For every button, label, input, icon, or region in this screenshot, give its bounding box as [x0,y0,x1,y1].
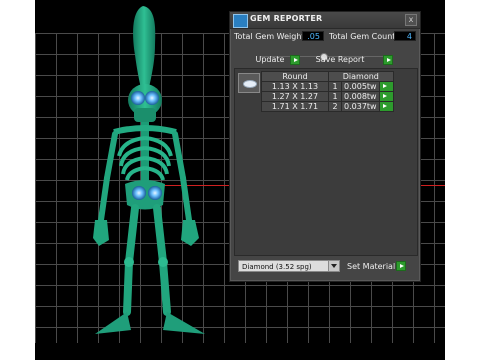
save-report-button[interactable]: Save Report [310,54,370,66]
chevron-down-icon[interactable] [328,261,339,271]
diamond-thumbnail-icon[interactable] [238,73,260,93]
row-go-icon[interactable] [378,81,394,92]
gem-weight: 0.037tw [341,101,380,112]
gem-weight: 0.008tw [341,91,380,102]
total-gem-count-value: 4 [394,31,416,41]
column-header-diamond: Diamond [328,71,394,82]
material-select-value: Diamond (3.52 spg) [242,263,312,271]
gem-table: Round Diamond 1.13 X 1.13 1 0.005tw 1.27… [261,71,394,112]
save-report-go-icon[interactable] [383,55,393,65]
set-material-go-icon[interactable] [396,261,406,271]
update-button[interactable]: Update [250,54,290,66]
close-icon[interactable]: x [405,14,417,26]
gem-count: 1 [328,81,342,92]
gem-count: 2 [328,101,342,112]
gem-reporter-icon [233,14,248,28]
total-gem-count-label: Total Gem Count [329,32,396,41]
total-gem-weight-value: .05 [302,31,324,41]
total-gem-weight-label: Total Gem Weight [234,32,305,41]
gem-size: 1.13 X 1.13 [261,81,329,92]
panel-title: GEM REPORTER [250,14,323,23]
update-go-icon[interactable] [290,55,300,65]
set-material-button[interactable]: Set Material [347,262,395,271]
gem-list: Round Diamond 1.13 X 1.13 1 0.005tw 1.27… [234,68,418,256]
material-select[interactable]: Diamond (3.52 spg) [238,260,340,272]
row-go-icon[interactable] [378,101,394,112]
gem-weight: 0.005tw [341,81,380,92]
row-go-icon[interactable] [378,91,394,102]
gem-size: 1.27 X 1.27 [261,91,329,102]
column-header-round: Round [261,71,329,82]
gem-reporter-panel: GEM REPORTER x Total Gem Weight .05 Tota… [229,11,421,282]
table-row: 1.71 X 1.71 2 0.037tw [261,101,394,112]
gem-count: 1 [328,91,342,102]
table-row: 1.27 X 1.27 1 0.008tw [261,91,394,102]
panel-titlebar[interactable]: GEM REPORTER x [230,12,420,29]
table-row: 1.13 X 1.13 1 0.005tw [261,81,394,92]
gem-size: 1.71 X 1.71 [261,101,329,112]
skeleton-model[interactable] [59,0,229,340]
